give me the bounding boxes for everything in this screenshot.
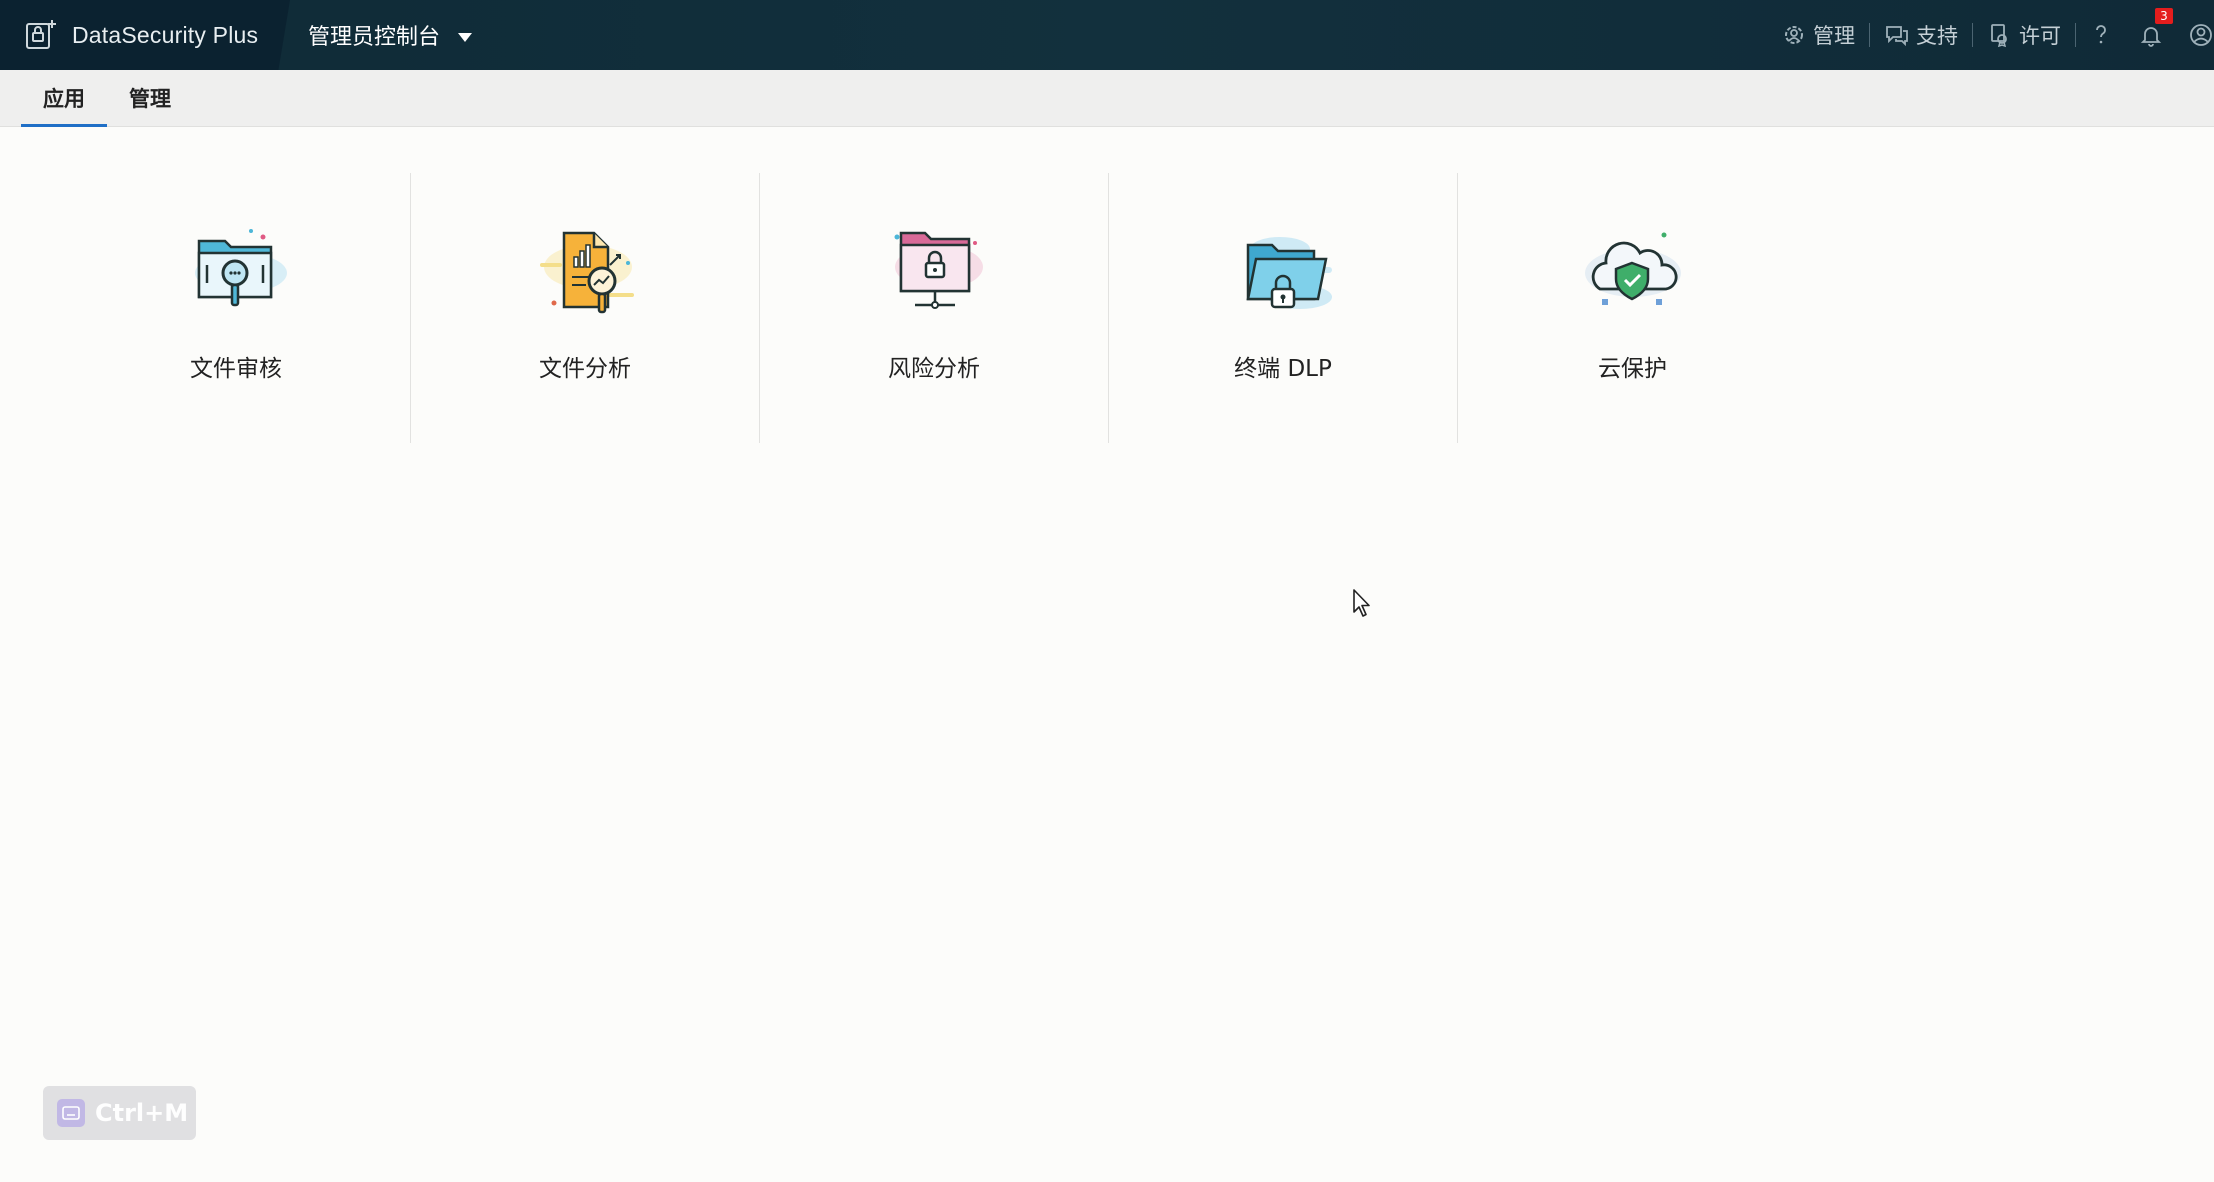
notifications-button[interactable]: 3 bbox=[2126, 8, 2176, 48]
admin-link-label: 管理 bbox=[1813, 24, 1855, 48]
top-bar: DataSecurity Plus 管理员控制台 管理 支持 许可 3 bbox=[0, 0, 2214, 70]
endpoint-dlp-icon bbox=[1246, 237, 1332, 309]
app-tile-cloud-protection[interactable]: 云保护 bbox=[1458, 173, 1807, 443]
chat-icon bbox=[1886, 26, 1908, 47]
shortcut-hint[interactable]: Ctrl+M bbox=[43, 1086, 196, 1140]
admin-link[interactable]: 管理 bbox=[1767, 20, 1869, 50]
shortcut-label: Ctrl+M bbox=[95, 1099, 189, 1127]
app-label: 文件分析 bbox=[539, 356, 631, 382]
tab-admin[interactable]: 管理 bbox=[107, 69, 193, 126]
support-link[interactable]: 支持 bbox=[1870, 20, 1972, 50]
brand[interactable]: DataSecurity Plus bbox=[0, 0, 290, 70]
notification-badge: 3 bbox=[2155, 8, 2173, 24]
app-tile-file-audit[interactable]: 文件审核 bbox=[62, 173, 411, 443]
cloud-protection-icon bbox=[1584, 232, 1681, 305]
question-icon bbox=[2096, 25, 2106, 44]
file-analysis-icon bbox=[540, 231, 634, 314]
file-audit-icon bbox=[195, 229, 287, 307]
console-dropdown[interactable]: 管理员控制台 bbox=[308, 19, 473, 51]
app-label: 云保护 bbox=[1598, 356, 1667, 382]
console-label: 管理员控制台 bbox=[308, 25, 441, 50]
user-menu-button[interactable] bbox=[2176, 22, 2214, 48]
tab-apps[interactable]: 应用 bbox=[21, 69, 107, 127]
keyboard-icon bbox=[57, 1099, 85, 1127]
app-tile-endpoint-dlp[interactable]: 终端 DLP bbox=[1109, 173, 1458, 443]
app-label: 文件审核 bbox=[190, 356, 282, 382]
help-button[interactable] bbox=[2076, 22, 2126, 48]
user-icon bbox=[2190, 24, 2212, 46]
chevron-down-icon bbox=[458, 32, 473, 42]
brand-name: DataSecurity Plus bbox=[72, 21, 259, 48]
tab-bar: 应用 管理 bbox=[0, 70, 2214, 127]
mouse-cursor-icon bbox=[1353, 589, 1370, 617]
license-icon bbox=[1991, 24, 2007, 48]
gear-user-icon bbox=[1785, 26, 1803, 44]
app-grid: 文件审核 文件分析 风险分析 终端 DLP 云保护 bbox=[62, 173, 1807, 443]
app-label: 风险分析 bbox=[888, 356, 980, 382]
bell-icon bbox=[2140, 27, 2162, 47]
app-label: 终端 DLP bbox=[1234, 356, 1332, 382]
datasecurity-logo-icon bbox=[26, 20, 56, 49]
license-link[interactable]: 许可 bbox=[1973, 20, 2075, 50]
risk-analysis-icon bbox=[894, 231, 983, 309]
app-tile-risk-analysis[interactable]: 风险分析 bbox=[760, 173, 1109, 443]
support-link-label: 支持 bbox=[1916, 24, 1958, 48]
top-right-menu: 管理 支持 许可 3 bbox=[1767, 0, 2214, 70]
license-link-label: 许可 bbox=[2019, 24, 2061, 48]
app-tile-file-analysis[interactable]: 文件分析 bbox=[411, 173, 760, 443]
